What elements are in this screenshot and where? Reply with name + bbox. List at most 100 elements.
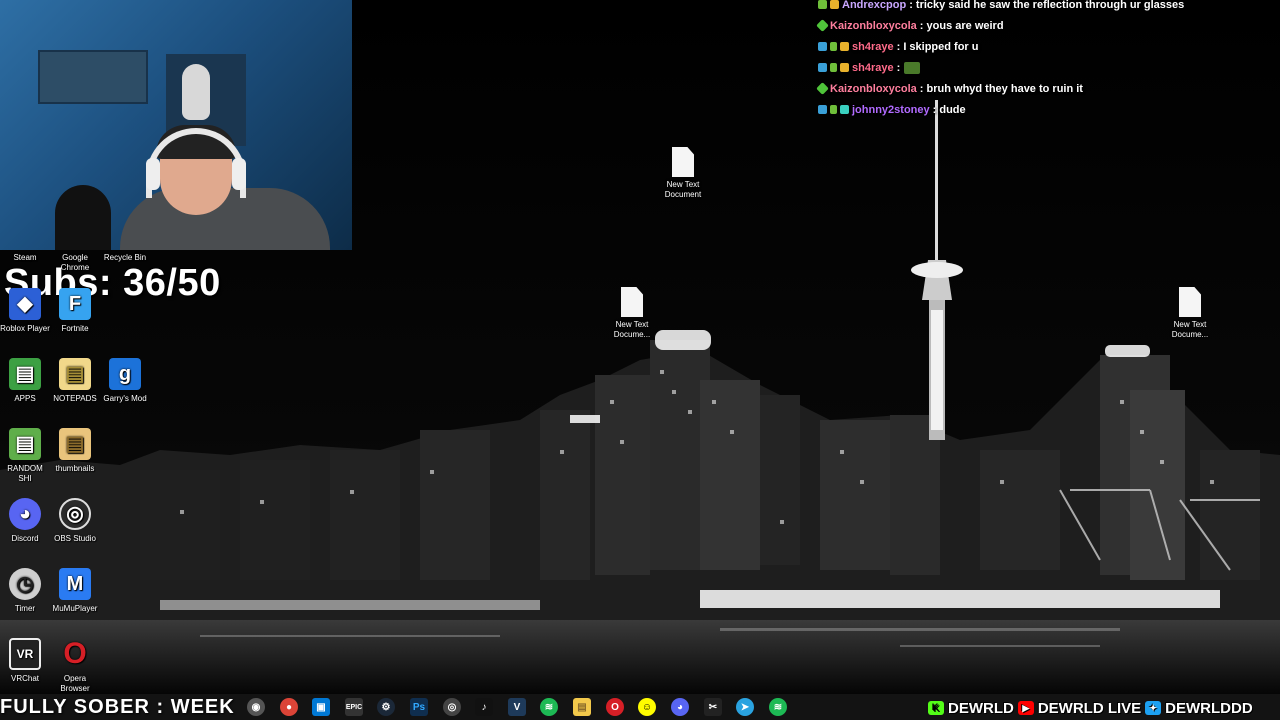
- kick-icon: K: [928, 701, 944, 715]
- chat-message: Kaizonbloxycola : bruh whyd they have to…: [816, 78, 1278, 99]
- clock-icon: ◷: [9, 568, 41, 600]
- crown-badge-icon: [840, 42, 849, 51]
- webcam-overlay: [0, 0, 352, 250]
- photoshop-icon[interactable]: Ps: [410, 698, 428, 716]
- youtube-icon: ▶: [1017, 701, 1034, 715]
- desktop-text-document[interactable]: New Text Docume...: [602, 287, 662, 340]
- desktop-text-document[interactable]: New Text Docume...: [1160, 287, 1220, 340]
- desktop-icon-label: Garry's Mod: [103, 394, 147, 403]
- store-icon[interactable]: ▣: [312, 698, 330, 716]
- chat-text: : I skipped for u: [896, 40, 979, 53]
- stream-ticker: FULLY SOBER : WEEK: [0, 696, 235, 718]
- text-document-label: New Text Document: [664, 180, 702, 199]
- chat-text: :: [896, 61, 901, 74]
- desktop-icon-label: NOTEPADS: [53, 394, 97, 403]
- desktop-icon-notepads[interactable]: ▤ NOTEPADS: [50, 358, 100, 404]
- chat-text: : dude: [932, 103, 966, 116]
- desktop-icon-label: Timer: [14, 604, 36, 613]
- stream-chat: Andrexcpop : tricky said he saw the refl…: [816, 0, 1278, 120]
- text-document-label: New Text Docume...: [613, 320, 651, 339]
- chat-username: Kaizonbloxycola: [830, 19, 917, 32]
- chrome-icon[interactable]: ●: [280, 698, 298, 716]
- desktop-icon-discord[interactable]: ◕ Discord: [0, 498, 50, 544]
- vrchat-icon: VR: [9, 638, 41, 670]
- discord-icon[interactable]: ◕: [671, 698, 689, 716]
- desktop-icon-mumuplayer[interactable]: M MuMuPlayer: [50, 568, 100, 614]
- chat-message: Kaizonbloxycola : yous are weird: [816, 15, 1278, 36]
- tiktok-icon[interactable]: ♪: [475, 698, 493, 716]
- chat-username: johnny2stoney: [852, 103, 930, 116]
- garrys-mod-icon: g: [109, 358, 141, 390]
- cube-badge-icon: [818, 63, 827, 72]
- snapchat-icon[interactable]: ☺: [638, 698, 656, 716]
- desktop-icon-apps[interactable]: ▤ APPS: [0, 358, 50, 404]
- steam-icon[interactable]: ⚙: [377, 698, 395, 716]
- epic-icon[interactable]: EPIC: [345, 698, 363, 716]
- check-badge-icon: [830, 105, 837, 114]
- desktop-icon-vrchat[interactable]: VR VRChat: [0, 638, 50, 684]
- kick-handle: DEWRLD: [948, 699, 1014, 717]
- twitter-icon: ✦: [1145, 701, 1162, 715]
- desktop-icon-label: Opera Browser: [60, 674, 90, 693]
- wall-poster: [38, 50, 148, 104]
- vegas-icon[interactable]: V: [508, 698, 526, 716]
- spotify-icon-2[interactable]: ≋: [769, 698, 787, 716]
- cube-badge-icon: [818, 105, 827, 114]
- desktop-icon-label: MuMuPlayer: [52, 604, 98, 613]
- text-document-label: New Text Docume...: [1171, 320, 1209, 339]
- folder-icon: ▤: [59, 428, 91, 460]
- headphone-right-ear: [232, 158, 246, 190]
- check-badge-icon: [830, 42, 837, 51]
- desktop-icon-fortnite[interactable]: F Fortnite: [50, 288, 100, 334]
- mumuplayer-icon: M: [59, 568, 91, 600]
- spotify-icon[interactable]: ≋: [540, 698, 558, 716]
- desktop-icon-random-shi[interactable]: ▤ RANDOM SHI: [0, 428, 50, 484]
- chat-message: Andrexcpop : tricky said he saw the refl…: [818, 0, 1278, 15]
- cube-badge-icon: [818, 42, 827, 51]
- diamond-badge-icon: [816, 19, 829, 32]
- skateboard: [55, 185, 111, 250]
- chat-badge-icon: [818, 0, 827, 9]
- opera-icon[interactable]: O: [606, 698, 624, 716]
- telegram-icon[interactable]: ➤: [736, 698, 754, 716]
- desktop-icon-garrys-mod[interactable]: g Garry's Mod: [100, 358, 150, 404]
- headphone-left-ear: [146, 158, 160, 190]
- desktop-text-document[interactable]: New Text Document: [653, 147, 713, 200]
- folder-icon: ▤: [9, 358, 41, 390]
- desktop-icon-obs[interactable]: ◎ OBS Studio: [50, 498, 100, 544]
- chat-message: johnny2stoney : dude: [818, 99, 1278, 120]
- chat-text: : yous are weird: [919, 19, 1004, 32]
- obs-icon[interactable]: ◉: [247, 698, 265, 716]
- text-document-icon: [621, 287, 643, 317]
- opera-icon: O: [63, 637, 87, 670]
- chat-username: Kaizonbloxycola: [830, 82, 917, 95]
- youtube-handle: DEWRLD LIVE: [1037, 699, 1142, 717]
- explorer-icon[interactable]: ▤: [573, 698, 591, 716]
- desktop-icon-opera[interactable]: O Opera Browser: [50, 638, 100, 694]
- emote-icon: [904, 61, 921, 74]
- chat-username: sh4raye: [852, 61, 894, 74]
- social-handles: K DEWRLD ▶ DEWRLD LIVE ✦ DEWRLDDD: [928, 698, 1253, 718]
- roblox-icon: ◆: [9, 288, 41, 320]
- desktop-icon-roblox[interactable]: ◆ Roblox Player: [0, 288, 50, 334]
- chat-text: : bruh whyd they have to ruin it: [919, 82, 1083, 95]
- text-document-icon: [672, 147, 694, 177]
- crown-badge-icon: [830, 0, 839, 9]
- capcut-icon[interactable]: ✂: [704, 698, 722, 716]
- crown-badge-icon: [840, 63, 849, 72]
- chat-username: sh4raye: [852, 40, 894, 53]
- desktop-icon-label: VRChat: [10, 674, 39, 683]
- goose-figure: [182, 64, 210, 120]
- diamond-badge-icon: [816, 82, 829, 95]
- folder-icon: ▤: [9, 428, 41, 460]
- chat-text: : tricky said he saw the reflection thro…: [909, 0, 1185, 11]
- desktop-icon-label: thumbnails: [55, 464, 95, 473]
- desktop-icon-timer[interactable]: ◷ Timer: [0, 568, 50, 614]
- chat-message: sh4raye : I skipped for u: [818, 36, 1278, 57]
- obs-recording-icon[interactable]: ◎: [443, 698, 461, 716]
- desktop-icon-label: Fortnite: [61, 324, 89, 333]
- desktop-icon-thumbnails[interactable]: ▤ thumbnails: [50, 428, 100, 474]
- chat-username: Andrexcpop: [842, 0, 907, 11]
- twitter-handle: DEWRLDDD: [1165, 699, 1253, 717]
- fortnite-icon: F: [59, 288, 91, 320]
